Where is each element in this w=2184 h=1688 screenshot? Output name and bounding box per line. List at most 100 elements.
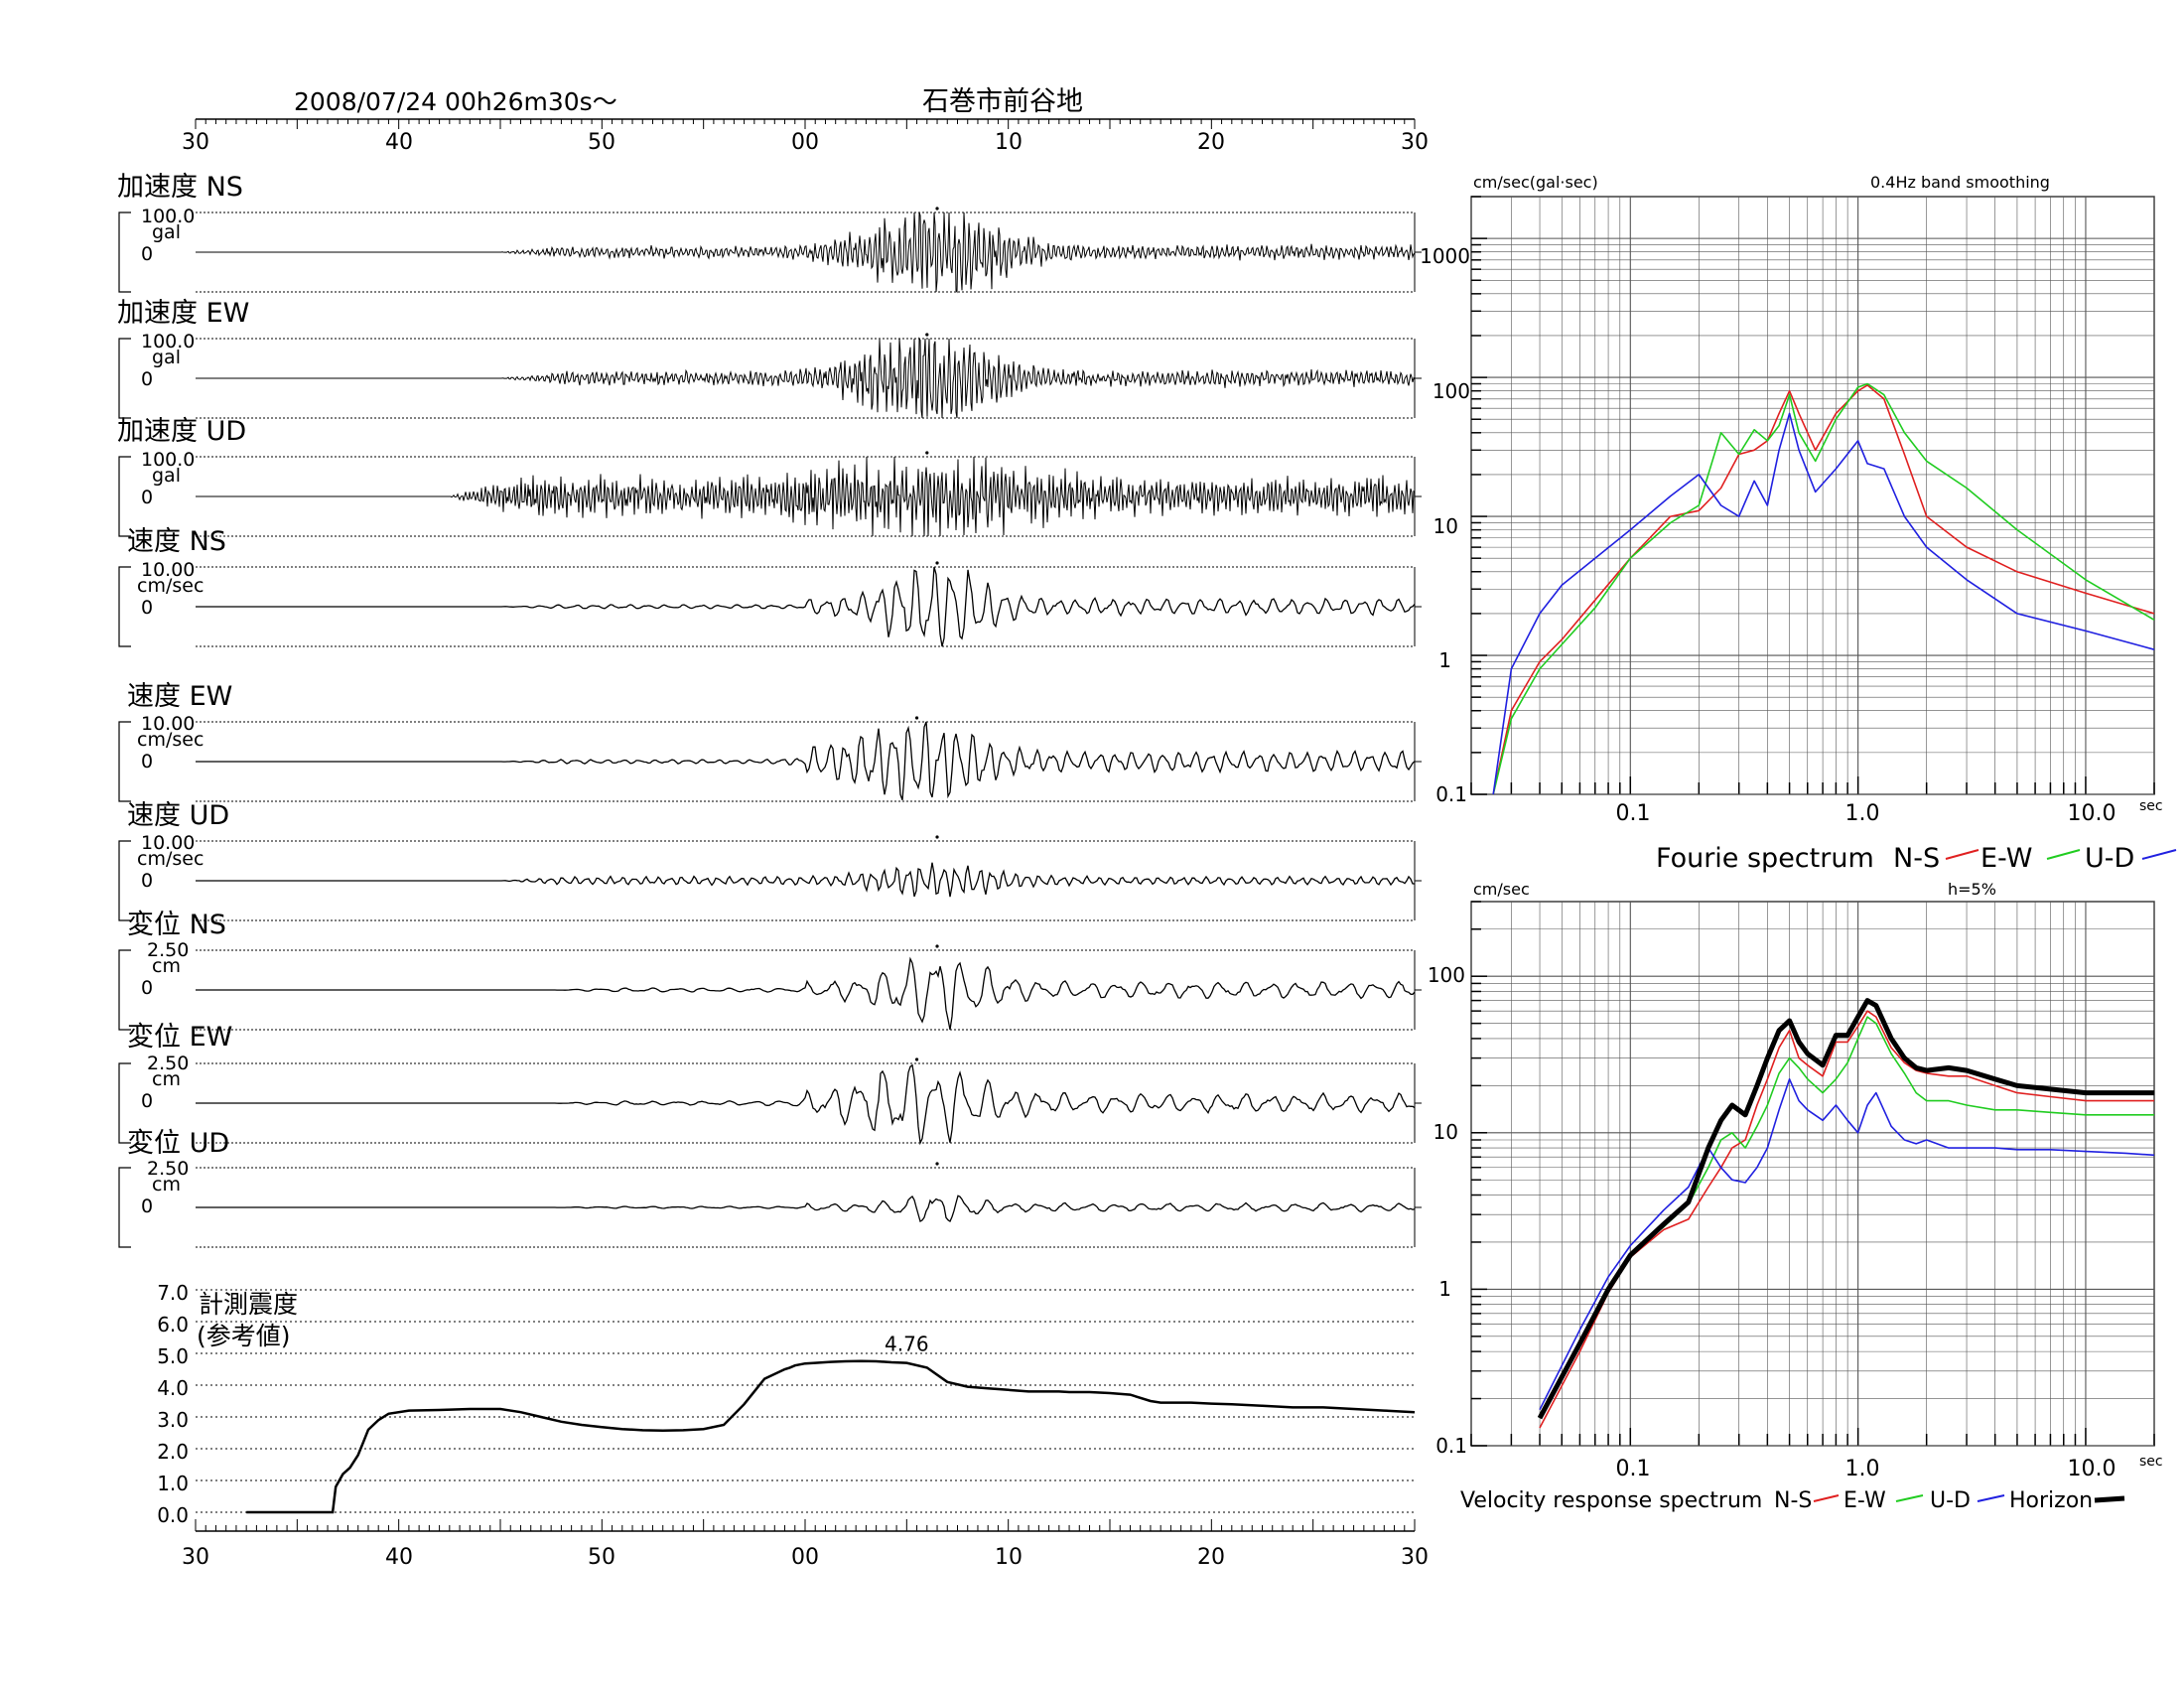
spectrum-line-u-d [1539, 1078, 2155, 1411]
trace-title: 変位 UD [127, 1128, 229, 1159]
trace-scale-bracket [118, 949, 131, 1031]
response-xtick-label: 1.0 [1845, 1457, 1880, 1481]
peak-marker [935, 944, 939, 948]
trace-unit: gal [152, 221, 181, 243]
response-legend-ew-swatch [1895, 1494, 1924, 1502]
response-legend-horizon-swatch [2094, 1495, 2125, 1503]
waveform-line [196, 721, 1416, 801]
fourier-xtick-label: 1.0 [1845, 801, 1880, 826]
waveform-line [196, 337, 1416, 419]
waveform-traces [118, 207, 1422, 1248]
top-time-axis: 30 40 50 00 10 20 30 [182, 118, 1429, 155]
response-legend-ew: E-W [1843, 1488, 1886, 1513]
response-legend-ns: N-S [1774, 1488, 1812, 1513]
response-legend-ns-swatch [1813, 1494, 1840, 1502]
trace-title: 加速度 NS [117, 172, 243, 203]
trace-title: 加速度 EW [117, 298, 249, 329]
bottom-tick-label: 40 [385, 1545, 413, 1570]
trace-unit: cm [152, 1174, 181, 1196]
trace-title: 速度 NS [127, 526, 226, 557]
trace-scale-bracket [118, 456, 131, 537]
waveform-panel [118, 561, 1422, 647]
waveform-panel [118, 1057, 1422, 1146]
trace-scale-bracket [118, 1167, 131, 1248]
fourier-ytick-label: 10 [1433, 514, 1458, 538]
bottom-tick-label: 50 [588, 1545, 615, 1570]
peak-marker [935, 561, 939, 565]
waveform-line [196, 956, 1416, 1031]
trace-labels: 加速度 NS 100.0 gal 0 加速度 EW 100.0 gal 0 加速… [117, 172, 249, 1217]
spectrum-frame [1470, 196, 2155, 795]
fourier-annotation: 0.4Hz band smoothing [1870, 173, 2050, 192]
fourier-ytick-label: 1 [1438, 648, 1451, 672]
seismic-report-figure: 2008/07/24 00h26m30s〜 石巻市前谷地 30 40 50 00… [117, 86, 2177, 1570]
waveform-line [196, 211, 1416, 294]
top-tick-label: 20 [1197, 130, 1225, 155]
fourier-ytick-label: 100 [1433, 379, 1470, 403]
trace-scale-bracket [118, 566, 131, 647]
response-annotation: h=5% [1948, 880, 1996, 899]
response-ylabel: cm/sec [1473, 880, 1530, 899]
top-tick-label: 30 [182, 130, 209, 155]
trace-title: 変位 EW [127, 1022, 232, 1053]
trace-unit: gal [152, 465, 181, 487]
top-tick-label: 00 [791, 130, 819, 155]
fourier-xtick-label: 10.0 [2068, 801, 2116, 826]
waveform-line [196, 566, 1416, 647]
waveform-panel [118, 716, 1422, 802]
trace-zero: 0 [141, 487, 153, 508]
intensity-ytick-label: 0.0 [157, 1503, 189, 1527]
bottom-tick-label: 20 [1197, 1545, 1225, 1570]
fourier-legend-ns-swatch [1945, 849, 1979, 860]
waveform-line [196, 1063, 1416, 1146]
trace-unit: cm/sec [137, 729, 204, 751]
peak-marker [935, 835, 939, 839]
response-ytick-label: 1 [1438, 1277, 1451, 1301]
fourier-ytick-label: 0.1 [1435, 782, 1467, 806]
fourier-legend-ew-swatch [2046, 849, 2081, 860]
waveform-panel [118, 835, 1422, 921]
waveform-panel [118, 1162, 1422, 1248]
intensity-ytick-label: 7.0 [157, 1281, 189, 1305]
trace-title: 変位 NS [127, 910, 226, 940]
top-tick-label: 40 [385, 130, 413, 155]
record-datetime: 2008/07/24 00h26m30s〜 [294, 87, 617, 116]
waveform-panel [118, 451, 1422, 537]
peak-marker [925, 333, 929, 337]
trace-unit: cm [152, 1068, 181, 1090]
fourier-legend-ud-swatch [2141, 849, 2177, 860]
fourier-legend-ud: U-D [2085, 843, 2134, 874]
waveform-panel [118, 333, 1422, 419]
trace-zero: 0 [141, 1090, 153, 1112]
peak-marker [925, 451, 929, 455]
bottom-tick-label: 00 [791, 1545, 819, 1570]
response-ytick-label: 0.1 [1435, 1434, 1467, 1458]
fourier-legend-ns: N-S [1893, 843, 1940, 874]
peak-marker [935, 207, 939, 211]
intensity-subtitle: (参考値) [197, 1322, 291, 1350]
response-ytick-label: 10 [1433, 1120, 1458, 1144]
intensity-title: 計測震度 [199, 1290, 298, 1319]
trace-zero: 0 [141, 751, 153, 773]
intensity-line [246, 1359, 1416, 1514]
trace-scale-bracket [118, 338, 131, 419]
waveform-panel [118, 207, 1422, 294]
intensity-ytick-label: 1.0 [157, 1472, 189, 1495]
fourier-ylabel: cm/sec(gal·sec) [1473, 173, 1598, 192]
response-xunit: sec [2139, 1454, 2163, 1470]
peak-marker [914, 716, 919, 720]
trace-unit: cm [152, 955, 181, 977]
waveform-line [196, 456, 1416, 537]
intensity-ytick-label: 4.0 [157, 1376, 189, 1400]
trace-zero: 0 [141, 1196, 153, 1217]
response-spectrum-chart: cm/sec h=5% 100 10 1 0.1 0.1 1.0 10.0 se… [1428, 880, 2163, 1513]
bottom-tick-label: 30 [1401, 1545, 1429, 1570]
intensity-chart: 計測震度 (参考値) 0.0 1.0 2.0 3.0 4.0 5.0 6.0 7… [157, 1281, 1429, 1570]
trace-scale-bracket [118, 721, 131, 802]
response-xtick-label: 0.1 [1616, 1457, 1651, 1481]
response-legend-ud: U-D [1930, 1488, 1971, 1513]
response-legend-horizon: Horizon [2009, 1488, 2093, 1513]
trace-title: 加速度 UD [117, 416, 246, 447]
trace-title: 速度 EW [127, 681, 232, 712]
trace-title: 速度 UD [127, 800, 229, 831]
